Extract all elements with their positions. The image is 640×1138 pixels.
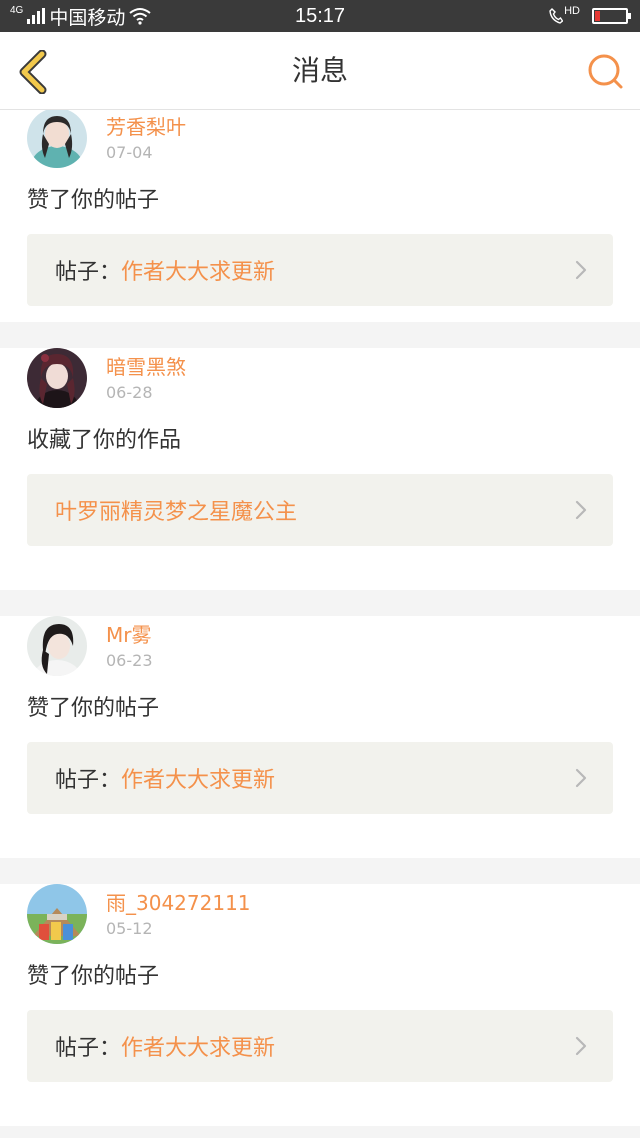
message-date: 06-23 [106, 651, 153, 670]
target-link[interactable]: 帖子： 作者大大求更新 [27, 234, 613, 306]
battery-icon [592, 8, 631, 24]
message-header: Mr雾 06-23 [27, 616, 613, 678]
search-icon [588, 54, 623, 89]
username[interactable]: 暗雪黑煞 [106, 354, 186, 380]
avatar[interactable] [27, 884, 87, 944]
username[interactable]: Mr雾 [106, 622, 153, 648]
target-prefix: 帖子： [55, 1036, 122, 1061]
message-list[interactable]: 芳香梨叶 07-04 赞了你的帖子 帖子： 作者大大求更新 暗雪黑煞 06-28… [0, 110, 640, 1138]
action-text: 赞了你的帖子 [27, 696, 160, 721]
status-bar: 4G 中国移动 15:17 HD [0, 0, 640, 32]
message-item[interactable]: 暗雪黑煞 06-28 收藏了你的作品 叶罗丽精灵梦之星魔公主 [0, 348, 640, 590]
avatar[interactable] [27, 110, 87, 168]
target-prefix: 帖子： [55, 260, 122, 285]
message-header: 雨_304272111 05-12 [27, 884, 613, 946]
target-title: 作者大大求更新 [121, 260, 276, 285]
action-text: 收藏了你的作品 [27, 428, 182, 453]
battery-level [595, 11, 600, 21]
hd-label: HD [564, 5, 580, 17]
chevron-right-icon [575, 768, 587, 788]
page-title: 消息 [291, 54, 348, 87]
message-date: 06-28 [106, 383, 153, 402]
message-date: 07-04 [106, 143, 153, 162]
phone-icon [549, 8, 564, 24]
target-title: 作者大大求更新 [121, 768, 276, 793]
message-meta: 暗雪黑煞 06-28 [106, 348, 186, 404]
message-meta: 芳香梨叶 07-04 [106, 110, 186, 164]
username[interactable]: 雨_304272111 [106, 890, 251, 916]
clock: 15:17 [294, 5, 346, 27]
avatar[interactable] [27, 616, 87, 676]
chevron-right-icon [575, 260, 587, 280]
target-link[interactable]: 叶罗丽精灵梦之星魔公主 [27, 474, 613, 546]
avatar[interactable] [27, 348, 87, 408]
target-title: 作者大大求更新 [121, 1036, 276, 1061]
message-header: 芳香梨叶 07-04 [27, 110, 613, 170]
message-date: 05-12 [106, 919, 153, 938]
message-item[interactable]: 雨_304272111 05-12 赞了你的帖子 帖子： 作者大大求更新 [0, 884, 640, 1126]
message-item[interactable]: Mr雾 06-23 赞了你的帖子 帖子： 作者大大求更新 [0, 616, 640, 858]
status-right: HD [549, 0, 631, 32]
message-meta: Mr雾 06-23 [106, 616, 153, 672]
target-link[interactable]: 帖子： 作者大大求更新 [27, 1010, 613, 1082]
hd-call-indicator: HD [549, 5, 580, 24]
chevron-right-icon [575, 500, 587, 520]
action-text: 赞了你的帖子 [27, 188, 160, 213]
message-item[interactable]: 芳香梨叶 07-04 赞了你的帖子 帖子： 作者大大求更新 [0, 110, 640, 322]
nav-bar: 消息 [0, 32, 640, 110]
username[interactable]: 芳香梨叶 [106, 114, 186, 140]
target-title: 叶罗丽精灵梦之星魔公主 [55, 500, 298, 525]
target-prefix: 帖子： [55, 768, 122, 793]
search-button[interactable] [586, 52, 626, 92]
message-header: 暗雪黑煞 06-28 [27, 348, 613, 410]
message-meta: 雨_304272111 05-12 [106, 884, 251, 940]
action-text: 赞了你的帖子 [27, 964, 160, 989]
chevron-right-icon [575, 1036, 587, 1056]
target-link[interactable]: 帖子： 作者大大求更新 [27, 742, 613, 814]
